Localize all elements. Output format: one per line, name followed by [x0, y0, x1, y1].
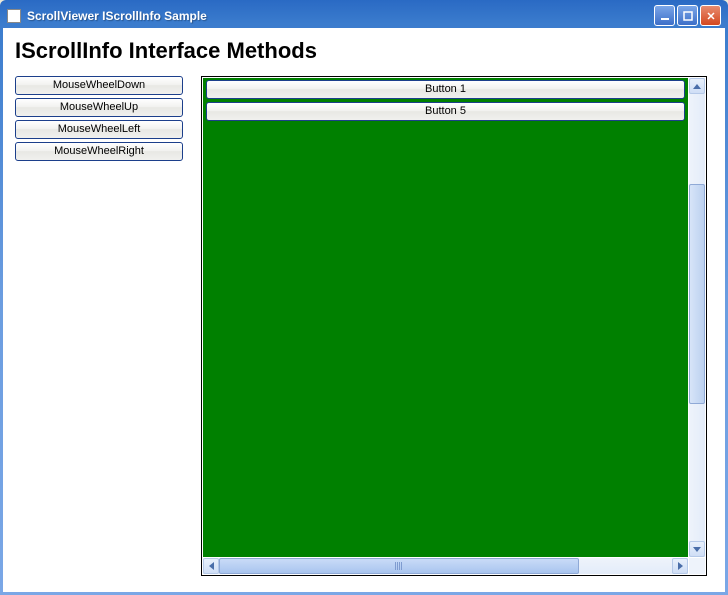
vertical-scroll-thumb[interactable]: [689, 184, 705, 404]
scroll-viewport[interactable]: Button 1 Button 5: [203, 78, 688, 557]
window-frame: ScrollViewer IScrollInfo Sample IScrollI…: [0, 0, 728, 595]
content-button-1[interactable]: Button 1: [206, 80, 685, 99]
minimize-icon: [660, 11, 670, 21]
scrollviewer: Button 1 Button 5: [201, 76, 707, 576]
titlebar[interactable]: ScrollViewer IScrollInfo Sample: [3, 3, 725, 28]
horizontal-scrollbar[interactable]: [203, 558, 688, 574]
arrow-up-icon: [693, 84, 701, 89]
window-title: ScrollViewer IScrollInfo Sample: [27, 9, 654, 23]
arrow-right-icon: [678, 562, 683, 570]
mouse-wheel-left-button[interactable]: MouseWheelLeft: [15, 120, 183, 139]
client-area: IScrollInfo Interface Methods MouseWheel…: [3, 28, 725, 592]
sidebar: MouseWheelDown MouseWheelUp MouseWheelLe…: [15, 76, 183, 161]
mouse-wheel-down-button[interactable]: MouseWheelDown: [15, 76, 183, 95]
scroll-down-button[interactable]: [689, 541, 705, 557]
vertical-scrollbar[interactable]: [689, 78, 705, 557]
page-heading: IScrollInfo Interface Methods: [15, 38, 713, 64]
scroll-content: Button 1 Button 5: [203, 78, 688, 123]
mouse-wheel-up-button[interactable]: MouseWheelUp: [15, 98, 183, 117]
window-controls: [654, 5, 721, 26]
maximize-icon: [683, 11, 693, 21]
horizontal-scroll-track[interactable]: [219, 558, 672, 574]
scroll-right-button[interactable]: [672, 558, 688, 574]
minimize-button[interactable]: [654, 5, 675, 26]
arrow-down-icon: [693, 547, 701, 552]
content-row: MouseWheelDown MouseWheelUp MouseWheelLe…: [15, 76, 713, 576]
mouse-wheel-right-button[interactable]: MouseWheelRight: [15, 142, 183, 161]
close-icon: [706, 11, 716, 21]
arrow-left-icon: [209, 562, 214, 570]
close-button[interactable]: [700, 5, 721, 26]
content-button-5[interactable]: Button 5: [206, 102, 685, 121]
scrollbar-corner: [689, 558, 705, 574]
horizontal-scroll-thumb[interactable]: [219, 558, 579, 574]
vertical-scroll-track[interactable]: [689, 94, 705, 541]
scroll-up-button[interactable]: [689, 78, 705, 94]
scroll-left-button[interactable]: [203, 558, 219, 574]
app-icon: [7, 9, 21, 23]
maximize-button[interactable]: [677, 5, 698, 26]
